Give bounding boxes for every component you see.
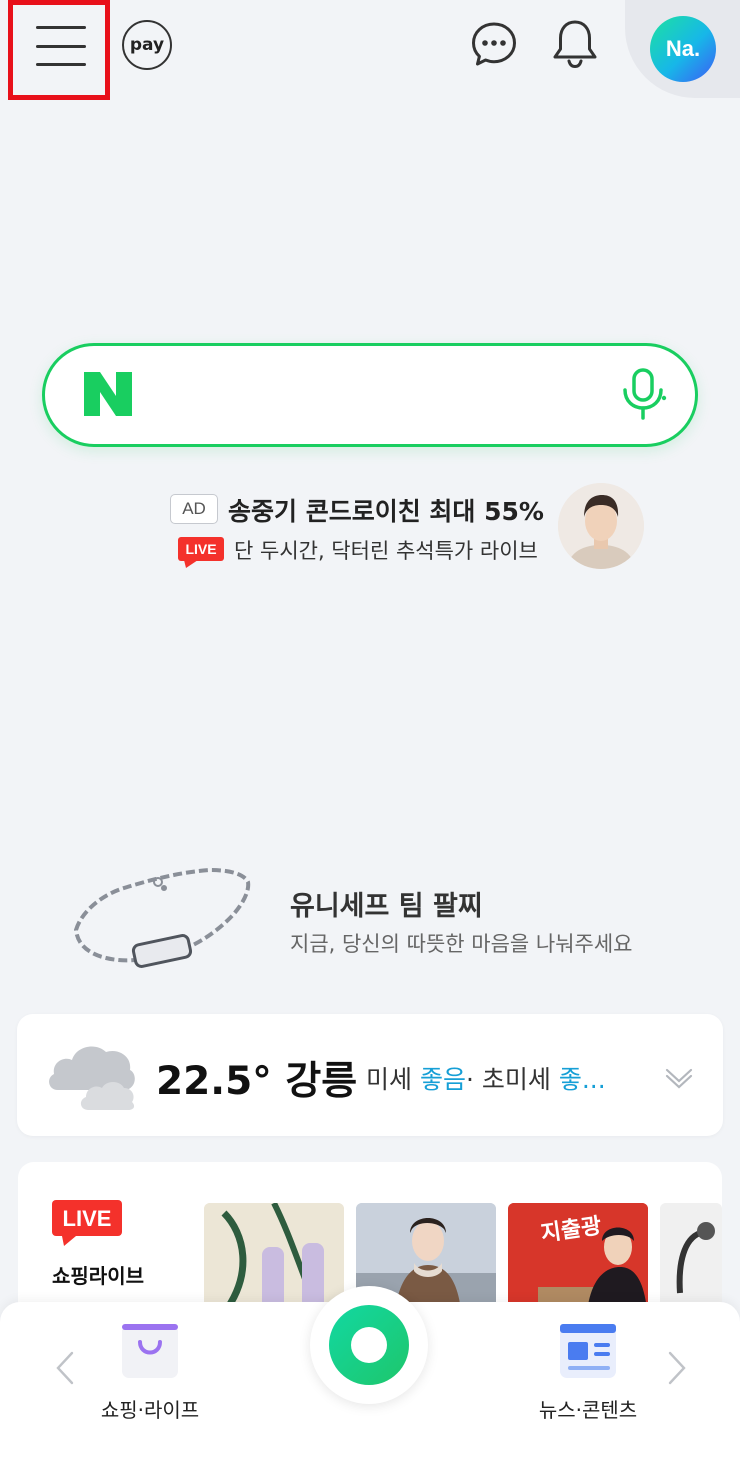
ultrafine-dust-label: 초미세 bbox=[481, 1065, 551, 1094]
chevron-right-icon bbox=[668, 1351, 686, 1385]
pay-button[interactable]: pay bbox=[122, 20, 172, 70]
fine-dust-value: 좋음 bbox=[419, 1065, 466, 1094]
news-icon bbox=[560, 1324, 616, 1378]
air-quality-summary: 미세 좋음· 초미세 좋... bbox=[366, 1060, 642, 1096]
notification-button[interactable] bbox=[550, 18, 600, 70]
weather-expand-button[interactable] bbox=[664, 1062, 694, 1092]
nav-news-contents[interactable]: 뉴스·콘텐츠 bbox=[528, 1322, 648, 1432]
fine-dust-label: 미세 bbox=[366, 1065, 413, 1094]
green-dot-button[interactable] bbox=[310, 1286, 428, 1404]
ad-model-photo[interactable] bbox=[558, 483, 644, 569]
chat-button[interactable] bbox=[470, 20, 518, 68]
green-dot-icon bbox=[329, 1305, 409, 1385]
cloudy-weather-icon bbox=[44, 1034, 140, 1116]
promo-title[interactable]: 유니세프 팀 팔찌 bbox=[290, 884, 483, 923]
temperature-value: 22.5° bbox=[156, 1059, 272, 1104]
live-badge: LIVE bbox=[178, 537, 224, 568]
next-tab-button[interactable] bbox=[664, 1350, 690, 1386]
chevron-left-icon bbox=[56, 1351, 74, 1385]
voice-search-button[interactable] bbox=[618, 366, 668, 422]
chevron-down-icon bbox=[665, 1068, 693, 1089]
microphone-icon bbox=[623, 368, 667, 420]
live-badge-label: LIVE bbox=[178, 537, 224, 561]
profile-avatar[interactable]: Na. bbox=[650, 16, 716, 82]
shopping-live-badge-label: LIVE bbox=[63, 1206, 112, 1231]
nav-shopping-life-label: 쇼핑·라이프 bbox=[100, 1398, 200, 1422]
chat-icon bbox=[472, 22, 516, 66]
shopping-live-label: 쇼핑라이브 bbox=[52, 1264, 144, 1288]
weather-temperature-location: 22.5° 강릉 bbox=[156, 1050, 357, 1106]
nav-shopping-life[interactable]: 쇼핑·라이프 bbox=[90, 1322, 210, 1432]
shopping-bag-icon bbox=[122, 1324, 178, 1378]
naver-logo-icon bbox=[80, 366, 136, 422]
nav-news-contents-label: 뉴스·콘텐츠 bbox=[538, 1398, 638, 1422]
ad-subtitle[interactable]: 단 두시간, 닥터린 추석특가 라이브 bbox=[234, 535, 538, 565]
search-input[interactable] bbox=[42, 343, 698, 447]
profile-label: Na. bbox=[665, 36, 701, 61]
location-name: 강릉 bbox=[285, 1059, 358, 1104]
ad-badge: AD bbox=[170, 494, 218, 524]
ad-title[interactable]: 송중기 콘드로이친 최대 55% bbox=[228, 492, 544, 528]
ad-badge-label: AD bbox=[182, 499, 206, 518]
separator: · bbox=[465, 1065, 474, 1094]
pay-label: pay bbox=[129, 35, 165, 55]
shopping-live-badge: LIVE bbox=[52, 1200, 122, 1246]
bracelet-image[interactable] bbox=[60, 858, 260, 978]
bell-icon bbox=[553, 20, 597, 69]
ultrafine-dust-value: 좋... bbox=[558, 1065, 606, 1094]
menu-highlight-box bbox=[8, 0, 110, 100]
live-badge-tail-icon bbox=[184, 560, 198, 568]
previous-tab-button[interactable] bbox=[52, 1350, 78, 1386]
promo-subtitle[interactable]: 지금, 당신의 따뜻한 마음을 나눠주세요 bbox=[290, 928, 633, 958]
